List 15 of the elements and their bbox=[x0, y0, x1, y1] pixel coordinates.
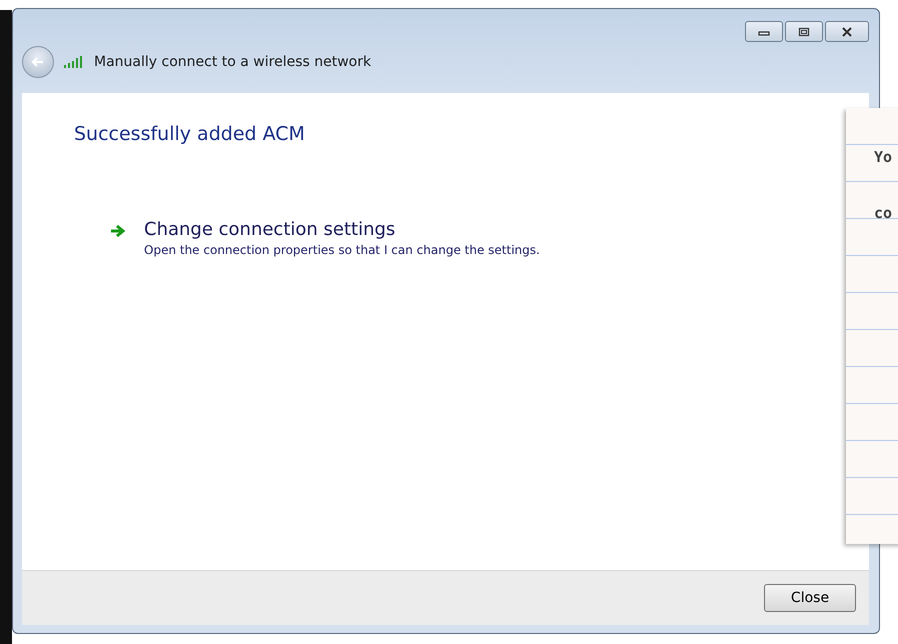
signal-bars-icon bbox=[64, 56, 84, 68]
note-text: Yo bbox=[874, 148, 894, 168]
close-icon bbox=[841, 26, 853, 36]
maximize-button[interactable] bbox=[785, 21, 823, 42]
minimize-button[interactable] bbox=[745, 21, 783, 42]
note-text: co bbox=[874, 204, 894, 224]
close-window-button[interactable] bbox=[825, 21, 869, 42]
task-description: Open the connection properties so that I can change the settings. bbox=[144, 243, 540, 257]
maximize-icon bbox=[798, 26, 810, 36]
arrow-icon bbox=[110, 224, 126, 238]
task-link[interactable]: Change connection settings bbox=[144, 219, 396, 240]
close-button[interactable]: Close bbox=[764, 584, 856, 612]
back-button[interactable] bbox=[22, 46, 54, 78]
window-title: Manually connect to a wireless network bbox=[94, 54, 372, 70]
heading: Successfully added ACM bbox=[74, 123, 306, 145]
